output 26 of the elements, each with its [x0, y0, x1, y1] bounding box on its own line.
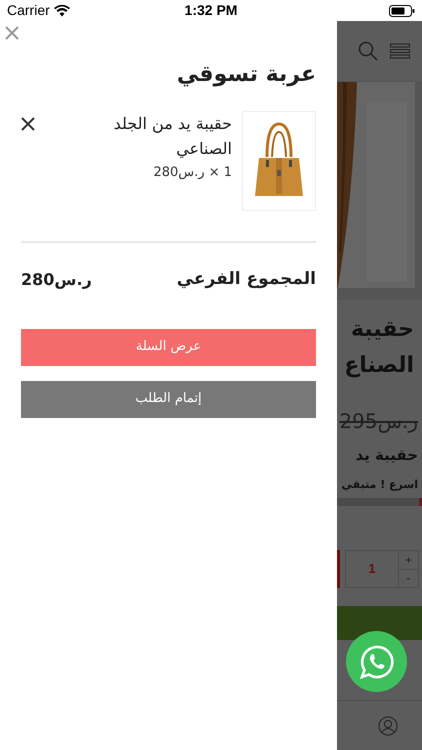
buy-button[interactable]	[337, 606, 422, 640]
search-icon[interactable]	[358, 41, 378, 61]
remove-icon[interactable]	[21, 117, 35, 131]
close-icon[interactable]	[5, 26, 19, 40]
menu-icon[interactable]	[390, 43, 410, 59]
view-cart-button[interactable]: عرض السلة	[21, 328, 316, 366]
quantity-price: 1 × ر.س280	[153, 164, 232, 182]
subtotal-label: المجموع الفرعي	[176, 268, 316, 291]
product-name[interactable]: حقيبة يد من الجلد الصناعي	[82, 111, 232, 161]
quantity-value: 1	[368, 560, 376, 578]
user-icon[interactable]	[378, 716, 398, 736]
stepper-button[interactable]: -	[399, 570, 418, 587]
drawer-title: عربة تسوقي	[176, 61, 316, 89]
clock-time: 1:32 PM	[184, 1, 238, 20]
subtotal-value: ر.س280	[21, 268, 92, 291]
wifi-icon	[54, 4, 70, 16]
product-subtitle: حقيبة يد	[356, 445, 418, 466]
product-title: حقيبة	[351, 316, 414, 344]
carrier-name: Carrier	[7, 1, 50, 20]
phone-chat-icon	[360, 644, 394, 678]
product-title: الصناع	[344, 352, 414, 380]
product-price: ر.س295	[339, 408, 418, 435]
stepper-button[interactable]: +	[399, 551, 418, 570]
checkout-button[interactable]: إتمام الطلب	[21, 380, 316, 418]
battery-icon	[388, 4, 415, 16]
stock-note: اسرع ! متبقي	[342, 476, 418, 493]
